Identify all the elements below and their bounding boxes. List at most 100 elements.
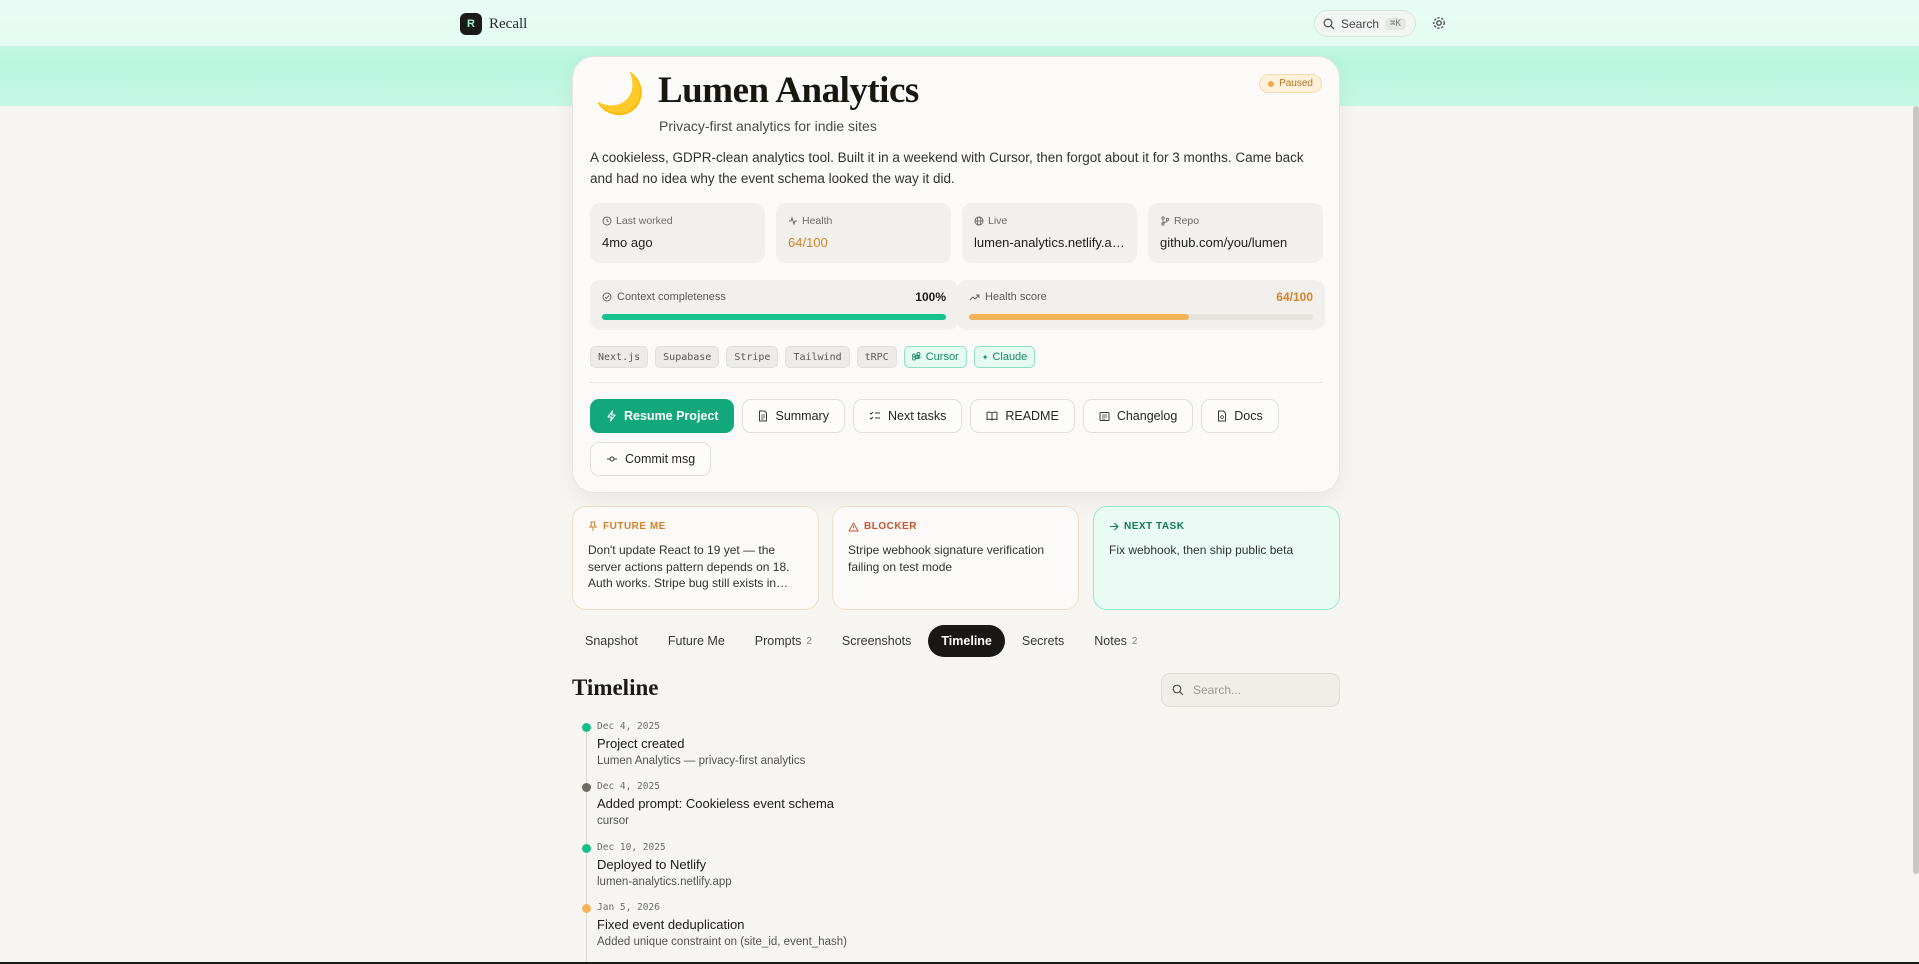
pulse-icon — [789, 216, 797, 226]
project-description: A cookieless, GDPR-clean analytics tool.… — [590, 150, 1304, 186]
stat-value: github.com/you/lumen — [1160, 235, 1288, 250]
changelog-button[interactable]: Changelog — [1082, 399, 1194, 433]
brand-name: Recall — [489, 15, 528, 32]
meter-fill — [602, 314, 946, 320]
timeline-dot-icon — [582, 904, 591, 913]
stat-label: Repo — [1174, 215, 1200, 227]
timeline-item[interactable]: Dec 4, 2025 Project created Lumen Analyt… — [582, 721, 1097, 767]
page-scrollbar[interactable] — [1913, 106, 1919, 874]
stat-label: Last worked — [616, 215, 673, 227]
timeline-item[interactable]: Dec 4, 2025 Added prompt: Cookieless eve… — [582, 781, 1097, 827]
global-search-button[interactable]: Search ⌘K — [1314, 10, 1416, 37]
branch-icon — [1161, 216, 1170, 226]
history-icon — [1099, 411, 1110, 421]
tab-count: 2 — [806, 635, 812, 647]
meter-track — [969, 314, 1313, 320]
trending-up-icon — [969, 294, 980, 301]
tab-future-me[interactable]: Future Me — [655, 625, 738, 657]
project-card: 🌙 Lumen Analytics Privacy-first analytic… — [572, 56, 1340, 493]
stat-label: Live — [988, 215, 1008, 227]
meter-fill — [969, 314, 1190, 320]
tag-tailwind[interactable]: Tailwind — [785, 346, 850, 368]
next-tasks-button[interactable]: Next tasks — [852, 399, 963, 433]
timeline-item-title: Project created — [597, 736, 685, 751]
readme-button[interactable]: README — [970, 399, 1075, 433]
timeline-item[interactable]: Dec 10, 2025 Deployed to Netlify lumen-a… — [582, 842, 1097, 888]
timeline-dot-icon — [582, 844, 591, 853]
tag-label: Claude — [992, 351, 1028, 363]
context-completeness-meter: Context completeness 100% — [590, 280, 958, 330]
timeline-item-title: Added prompt: Cookieless event schema — [597, 796, 835, 811]
commit-msg-button[interactable]: Commit msg — [590, 442, 712, 476]
next-task-note[interactable]: NEXT TASK Fix webhook, then ship public … — [1093, 506, 1340, 610]
tab-secrets[interactable]: Secrets — [1009, 625, 1077, 657]
status-dot-icon — [1268, 80, 1275, 87]
stat-value: 64/100 — [788, 235, 828, 250]
globe-icon — [974, 216, 984, 226]
resume-project-button[interactable]: Resume Project — [590, 399, 735, 433]
status-label: Paused — [1279, 78, 1313, 89]
project-tabs: Snapshot Future Me Prompts 2 Screenshots … — [572, 625, 1150, 657]
timeline-date: Dec 4, 2025 — [597, 781, 660, 792]
tag-claude[interactable]: ✦ Claude — [973, 346, 1036, 368]
list-check-icon — [869, 411, 880, 420]
tech-tags: Next.js Supabase Stripe Tailwind tRPC Cu… — [590, 346, 1036, 368]
brand[interactable]: R Recall — [460, 13, 527, 35]
tag-label: Cursor — [925, 351, 959, 363]
timeline-search[interactable] — [1161, 673, 1340, 707]
gear-icon[interactable] — [1430, 14, 1448, 32]
meter-track — [602, 314, 946, 320]
sparkle-icon: ✦ — [981, 352, 989, 362]
document-icon — [759, 410, 768, 422]
project-tagline: Privacy-first analytics for indie sites — [659, 118, 877, 134]
stat-value: 4mo ago — [602, 235, 653, 250]
future-me-note[interactable]: FUTURE ME Don't update React to 19 yet —… — [572, 506, 819, 610]
stat-value: lumen-analytics.netlify.app — [974, 235, 1125, 250]
timeline-item-detail: cursor — [597, 815, 629, 827]
file-icon — [1218, 410, 1227, 422]
tab-screenshots[interactable]: Screenshots — [829, 625, 924, 657]
summary-button[interactable]: Summary — [742, 399, 845, 433]
docs-button[interactable]: Docs — [1201, 399, 1279, 433]
search-label: Search — [1341, 16, 1380, 31]
bolt-icon — [607, 410, 616, 422]
health-score-meter: Health score 64/100 — [957, 280, 1325, 330]
tab-prompts[interactable]: Prompts 2 — [742, 625, 825, 657]
status-badge[interactable]: Paused — [1259, 74, 1322, 93]
search-icon — [1172, 684, 1184, 696]
timeline-dot-icon — [582, 783, 591, 792]
timeline-date: Dec 4, 2025 — [597, 721, 660, 732]
project-moon-icon: 🌙 — [595, 72, 645, 116]
tab-timeline[interactable]: Timeline — [928, 625, 1005, 657]
blocker-note[interactable]: BLOCKER Stripe webhook signature verific… — [832, 506, 1079, 610]
stat-last-worked: Last worked 4mo ago — [590, 203, 765, 263]
timeline-search-input[interactable] — [1193, 683, 1323, 697]
project-actions: Resume Project Summary Next tasks README… — [590, 399, 1325, 476]
meter-label: Health score — [985, 291, 1047, 303]
tag-nextjs[interactable]: Next.js — [590, 346, 649, 368]
timeline-item[interactable]: Jan 5, 2026 Fixed event deduplication Ad… — [582, 902, 1097, 948]
stat-live-url[interactable]: Live lumen-analytics.netlify.app — [962, 203, 1137, 263]
stat-repo[interactable]: Repo github.com/you/lumen — [1148, 203, 1323, 263]
stat-label: Health — [802, 215, 833, 227]
commit-icon — [607, 456, 617, 462]
tab-snapshot[interactable]: Snapshot — [572, 625, 651, 657]
command-icon — [911, 352, 921, 361]
tag-cursor[interactable]: Cursor — [903, 346, 967, 368]
meter-value: 100% — [915, 290, 946, 304]
timeline-date: Jan 5, 2026 — [597, 902, 660, 913]
tab-notes[interactable]: Notes 2 — [1081, 625, 1150, 657]
timeline-item-detail: lumen-analytics.netlify.app — [597, 876, 732, 888]
project-title: Lumen Analytics — [658, 70, 919, 111]
timeline-title: Timeline — [572, 675, 659, 700]
meter-label: Context completeness — [617, 291, 726, 303]
stat-health: Health 64/100 — [776, 203, 951, 263]
tag-stripe[interactable]: Stripe — [726, 346, 779, 368]
search-icon — [1323, 18, 1335, 29]
tag-supabase[interactable]: Supabase — [655, 346, 720, 368]
timeline-date: Dec 10, 2025 — [597, 842, 666, 853]
tab-count: 2 — [1131, 635, 1138, 647]
note-text: Fix webhook, then ship public beta — [1109, 543, 1294, 557]
timeline-dot-icon — [582, 723, 591, 732]
tag-trpc[interactable]: tRPC — [856, 346, 897, 368]
